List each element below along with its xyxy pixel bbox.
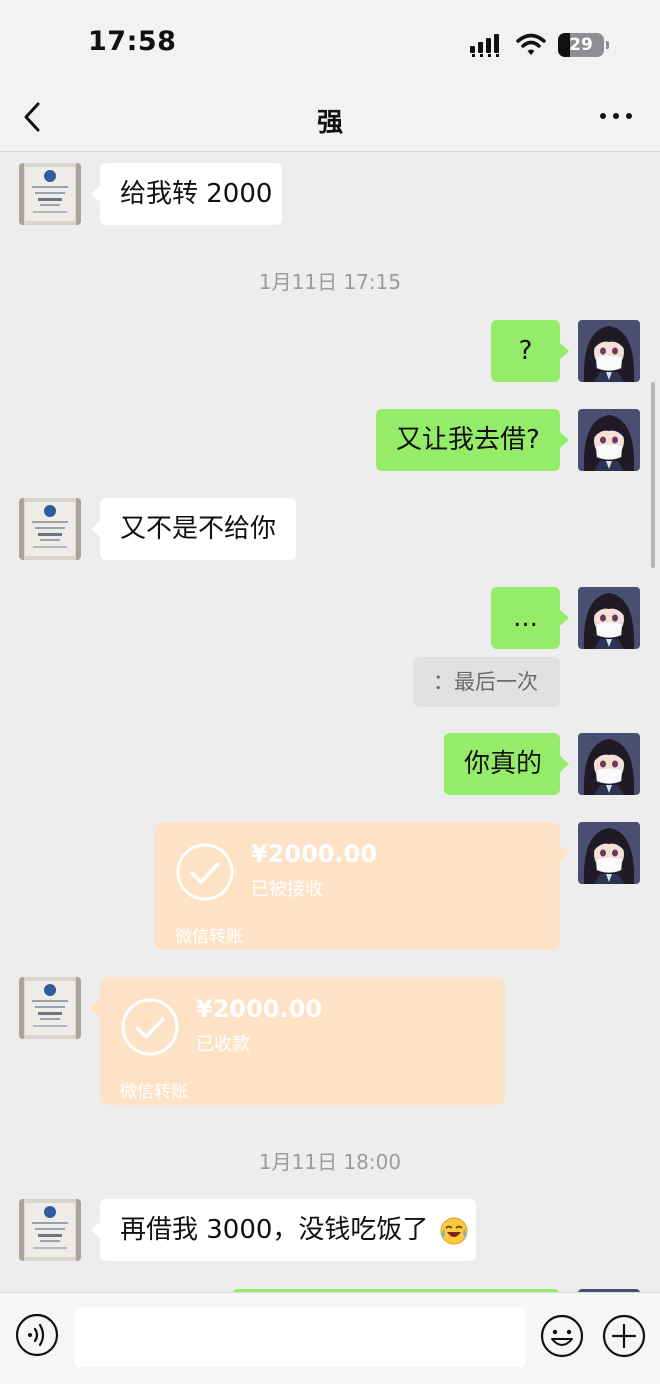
message-bubble[interactable]: 又不是不给你 xyxy=(91,498,296,560)
check-circle-icon xyxy=(121,998,179,1056)
my-avatar[interactable] xyxy=(578,822,640,884)
contact-avatar[interactable] xyxy=(19,1199,81,1261)
transfer-amount: ¥2000.00 xyxy=(196,995,323,1023)
signal-icon xyxy=(470,34,499,57)
chat-area[interactable]: 给我转 2000 1月11日 17:15 ? 又让我去借? 又不是不给你 ...… xyxy=(0,152,660,1292)
my-avatar[interactable] xyxy=(578,587,640,649)
contact-avatar[interactable] xyxy=(19,977,81,1039)
message-bubble[interactable]: 给我转 2000 xyxy=(91,163,282,225)
status-time: 17:58 xyxy=(88,26,177,57)
message-text: ? xyxy=(518,336,533,366)
scrollbar[interactable] xyxy=(651,382,655,568)
more-icon[interactable] xyxy=(598,104,634,128)
message-text: ... xyxy=(513,603,538,633)
transfer-amount: ¥2000.00 xyxy=(251,840,378,868)
message-input[interactable] xyxy=(74,1307,526,1367)
timestamp: 1月11日 18:00 xyxy=(258,1150,402,1174)
transfer-status: 已被接收 xyxy=(251,879,323,900)
message-bubble[interactable]: ? xyxy=(491,320,569,382)
contact-avatar[interactable] xyxy=(19,163,81,225)
my-avatar[interactable] xyxy=(578,733,640,795)
my-avatar[interactable] xyxy=(578,409,640,471)
plus-icon[interactable] xyxy=(601,1313,647,1359)
status-icons: 29 xyxy=(470,30,609,60)
input-bar xyxy=(0,1292,660,1384)
message-bubble[interactable]: 你真的 xyxy=(444,733,569,795)
message-text: 你真的 xyxy=(464,749,543,779)
message-bubble[interactable]: ... xyxy=(491,587,569,649)
message-text: 又不是不给你 xyxy=(120,514,277,544)
message-text: 又让我去借? xyxy=(396,425,540,455)
transfer-card[interactable]: ¥2000.00 已收款 微信转账 xyxy=(91,977,505,1105)
chat-header: 强 xyxy=(0,88,660,152)
message-text: 给我转 2000 xyxy=(120,179,273,209)
battery-icon: 29 xyxy=(558,33,609,57)
contact-avatar[interactable] xyxy=(19,498,81,560)
transfer-status: 已收款 xyxy=(196,1034,250,1055)
my-avatar[interactable] xyxy=(578,320,640,382)
message-text: 再借我 3000，没钱吃饭了 xyxy=(120,1215,429,1245)
contact-name: 强 xyxy=(316,108,343,138)
laughing-crying-emoji xyxy=(440,1217,468,1244)
wifi-icon xyxy=(516,33,546,55)
status-bar: 17:58 29 xyxy=(0,0,660,88)
message-bubble[interactable]: 再借我 3000，没钱吃饭了 xyxy=(91,1199,476,1261)
quote-text: ：最后一次 xyxy=(433,670,538,694)
check-circle-icon xyxy=(176,843,234,901)
emoji-icon[interactable] xyxy=(539,1313,585,1359)
voice-icon[interactable] xyxy=(15,1313,59,1357)
transfer-footer: 微信转账 xyxy=(175,927,243,947)
battery-level: 29 xyxy=(569,35,593,55)
transfer-card[interactable]: ¥2000.00 已被接收 微信转账 xyxy=(155,822,569,950)
transfer-footer: 微信转账 xyxy=(120,1082,188,1102)
message-bubble[interactable]: 又让我去借? xyxy=(376,409,569,471)
timestamp: 1月11日 17:15 xyxy=(258,270,402,294)
quoted-message[interactable]: ：最后一次 xyxy=(413,657,560,707)
